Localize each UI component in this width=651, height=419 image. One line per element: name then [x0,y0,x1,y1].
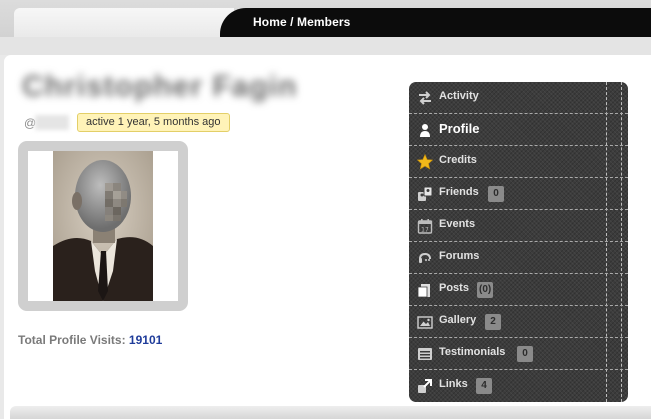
links-icon [418,379,432,393]
testimonials-count-badge: 0 [517,346,533,362]
nav-item-profile[interactable]: Profile [409,114,628,146]
avatar-frame [18,141,188,311]
forums-icon [419,253,431,263]
profile-visits-label: Total Profile Visits: [18,333,126,347]
profile-visits: Total Profile Visits: 19101 [18,333,162,347]
nav-item-label: Links [439,378,468,390]
nav-item-label: Forums [439,250,480,262]
friends-icon [418,186,433,201]
nav-item-label: Friends [439,186,479,198]
nav-item-label: Activity [439,90,479,102]
nav-item-label: Posts [439,282,469,294]
nav-item-testimonials[interactable]: Testimonials 0 [409,338,628,370]
nav-item-gallery[interactable]: Gallery 2 [409,306,628,338]
profile-icon [420,124,430,137]
testimonials-icon [418,348,432,360]
nav-item-activity[interactable]: Activity [409,82,628,114]
nav-item-label: Gallery [439,314,477,326]
activity-icon [419,91,431,105]
nav-item-links[interactable]: Links 4 [409,370,628,402]
footer-edge [10,406,651,419]
member-name: Christopher Fagin [22,70,298,103]
avatar-container [28,151,178,301]
nav-item-label: Credits [439,154,477,166]
nav-item-forums[interactable]: Forums [409,242,628,274]
nav-item-credits[interactable]: Credits [409,146,628,178]
activity-badge: active 1 year, 5 months ago [77,113,230,132]
nav-item-events[interactable]: 17 Events [409,210,628,242]
nav-item-label: Events [439,218,476,230]
calendar-icon: 17 [417,219,433,234]
nav-item-label: Profile [439,121,480,136]
avatar[interactable] [53,151,153,301]
member-username-redacted [35,115,69,130]
breadcrumb-bar: Home / Members [220,8,651,37]
nav-item-friends[interactable]: Friends 0 [409,178,628,210]
nav-item-posts[interactable]: Posts (0) [409,274,628,306]
gallery-count-badge: 2 [485,314,501,330]
friends-count-badge: 0 [488,186,504,202]
links-count-badge: 4 [476,378,492,394]
gallery-icon [417,316,433,329]
posts-icon [417,284,430,298]
profile-visits-count: 19101 [128,333,163,347]
posts-count-badge: (0) [477,282,494,298]
breadcrumb[interactable]: Home / Members [253,15,350,29]
star-icon [417,154,433,170]
nav-item-label: Testimonials [439,346,506,358]
svg-text:17: 17 [421,227,429,234]
profile-nav: Activity Profile Credits Friends 0 17 Ev… [409,82,628,402]
header-divider [0,37,651,55]
